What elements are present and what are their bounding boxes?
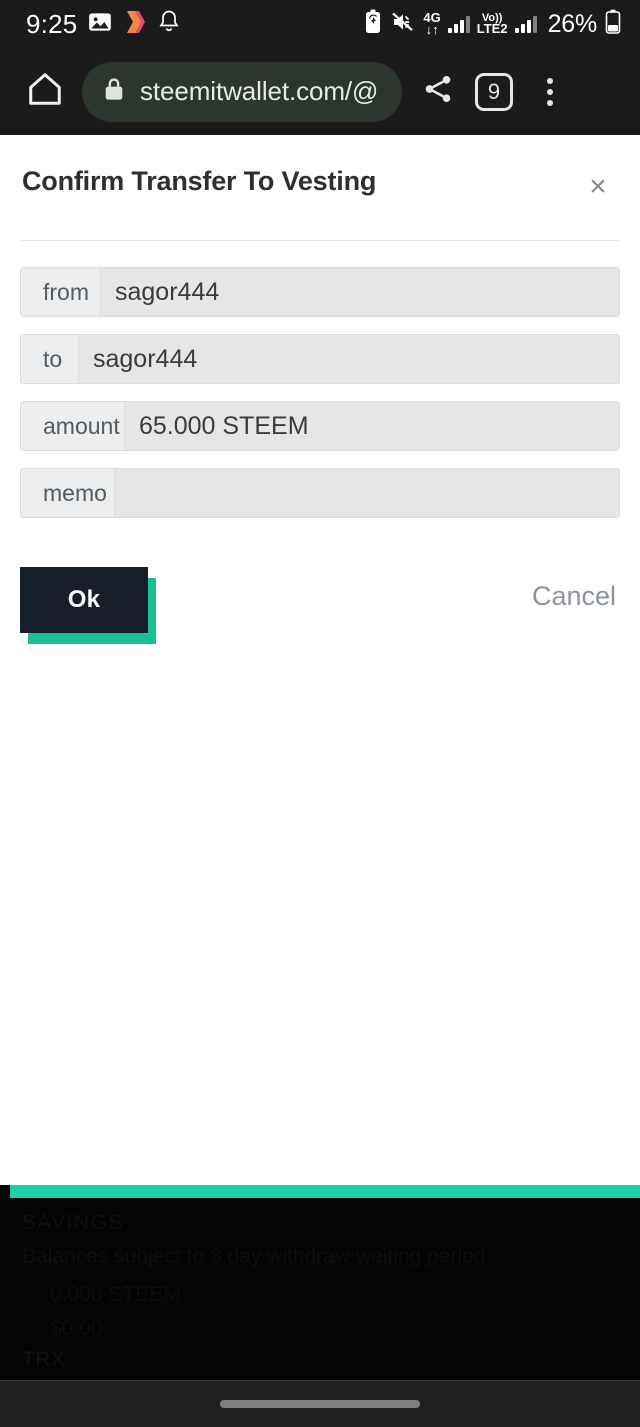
bell-icon bbox=[157, 9, 181, 40]
status-bar: 9:25 4G ↓↑ Vo)) LTE2 26% bbox=[0, 0, 640, 48]
signal-strength-sim2-icon bbox=[514, 15, 537, 33]
home-icon bbox=[26, 70, 64, 113]
savings-note: Balances subject to 3 day withdraw waiti… bbox=[22, 1245, 486, 1268]
field-row-from: from sagor444 bbox=[20, 267, 620, 317]
status-bar-left: 9:25 bbox=[26, 9, 181, 40]
ok-button-wrapper: Ok bbox=[20, 567, 156, 644]
phone-screen: 9:25 4G ↓↑ Vo)) LTE2 26% steemitwallet.c… bbox=[0, 0, 640, 1427]
share-icon bbox=[421, 72, 455, 111]
status-clock: 9:25 bbox=[26, 8, 78, 39]
share-button[interactable] bbox=[410, 64, 466, 120]
modal-title: Confirm Transfer To Vesting bbox=[22, 166, 377, 196]
field-label-to: to bbox=[21, 335, 79, 383]
url-text: steemitwallet.com/@ bbox=[140, 76, 379, 106]
signal-strength-sim1-icon bbox=[447, 15, 470, 33]
lock-icon bbox=[102, 76, 126, 107]
field-label-from: from bbox=[21, 268, 101, 316]
network-type-indicator: 4G ↓↑ bbox=[423, 10, 440, 37]
network-data-arrows: ↓↑ bbox=[425, 22, 439, 37]
trx-heading: TRX bbox=[22, 1348, 66, 1371]
dimmed-background-page: SAVINGS Balances subject to 3 day withdr… bbox=[0, 1185, 640, 1385]
modal-header: Confirm Transfer To Vesting × bbox=[0, 135, 640, 207]
kebab-menu-icon bbox=[547, 77, 553, 106]
savings-heading: SAVINGS bbox=[22, 1211, 124, 1234]
tab-count-badge: 9 bbox=[475, 72, 513, 111]
savings-usd-balance: $0.00 bbox=[50, 1317, 103, 1340]
field-value-from[interactable]: sagor444 bbox=[101, 268, 619, 316]
volume-mute-icon bbox=[390, 9, 416, 40]
savings-steem-balance: 0.000 STEEM bbox=[50, 1283, 181, 1306]
system-navigation-bar bbox=[0, 1380, 640, 1427]
volte-label-bottom: LTE2 bbox=[476, 21, 508, 37]
field-row-amount: amount 65.000 STEEM bbox=[20, 401, 620, 451]
home-button[interactable] bbox=[18, 65, 72, 119]
modal-actions: Ok Cancel bbox=[0, 535, 640, 644]
phonepe-icon bbox=[123, 9, 147, 40]
gallery-icon bbox=[87, 9, 113, 40]
field-label-memo: memo bbox=[21, 469, 115, 517]
browser-toolbar: steemitwallet.com/@ 9 bbox=[0, 48, 640, 135]
field-value-memo[interactable] bbox=[115, 469, 619, 517]
field-value-amount[interactable]: 65.000 STEEM bbox=[125, 402, 619, 450]
field-row-memo: memo bbox=[20, 468, 620, 518]
battery-percent-label: 26% bbox=[547, 9, 598, 38]
url-bar[interactable]: steemitwallet.com/@ bbox=[82, 61, 402, 122]
ok-button[interactable]: Ok bbox=[20, 567, 148, 633]
tab-switcher-button[interactable]: 9 bbox=[466, 64, 522, 120]
field-label-amount: amount bbox=[21, 402, 125, 450]
status-bar-right: 4G ↓↑ Vo)) LTE2 26% bbox=[363, 9, 622, 40]
battery-icon bbox=[604, 9, 622, 40]
volte-indicator: Vo)) LTE2 bbox=[476, 12, 508, 37]
field-value-to[interactable]: sagor444 bbox=[79, 335, 619, 383]
savings-section: SAVINGS Balances subject to 3 day withdr… bbox=[0, 1185, 640, 1341]
gesture-pill[interactable] bbox=[220, 1400, 420, 1408]
browser-menu-button[interactable] bbox=[522, 64, 578, 120]
modal-dialog: Confirm Transfer To Vesting × from sagor… bbox=[0, 135, 640, 1185]
transfer-fields: from sagor444 to sagor444 amount 65.000 … bbox=[0, 241, 640, 518]
field-row-to: to sagor444 bbox=[20, 334, 620, 384]
close-icon[interactable]: × bbox=[578, 167, 618, 207]
battery-saver-icon bbox=[363, 9, 383, 40]
cancel-button[interactable]: Cancel bbox=[532, 567, 618, 612]
